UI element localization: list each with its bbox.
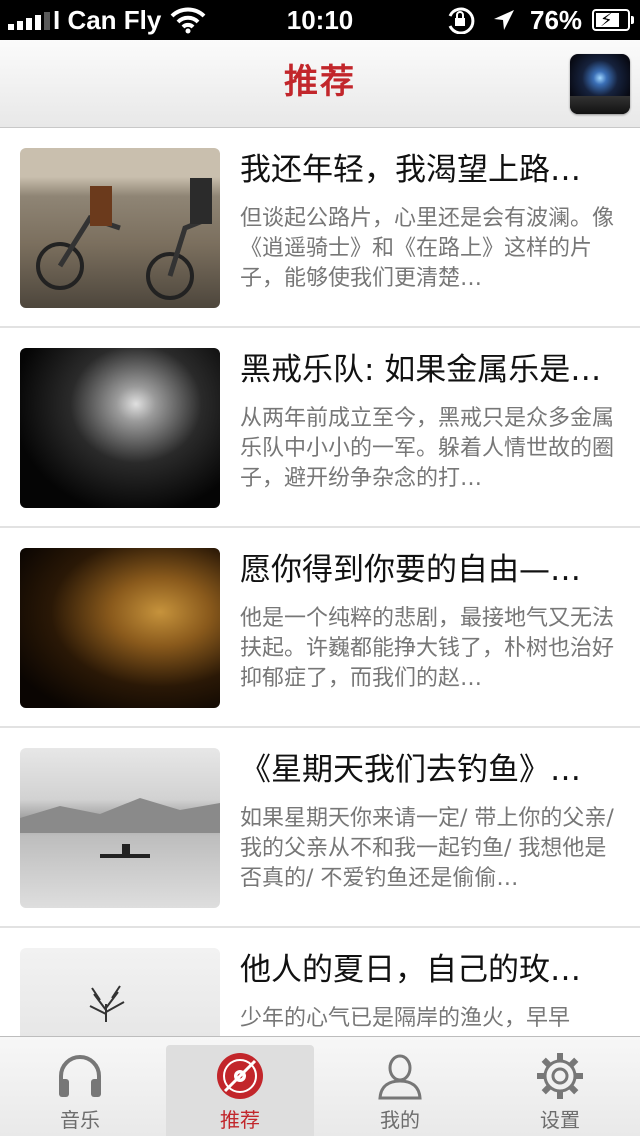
article-item[interactable]: 他人的夏日，自己的玫… 少年的心气已是隔岸的渔火，早早 xyxy=(0,928,640,1036)
article-title: 黑戒乐队: 如果金属乐是… xyxy=(240,352,602,388)
article-title: 愿你得到你要的自由—… xyxy=(240,552,581,588)
orientation-lock-icon xyxy=(444,6,476,39)
article-item[interactable]: 《星期天我们去钓鱼》… 如果星期天你来请一定/ 带上你的父亲/ 我的父亲从不和我… xyxy=(0,728,640,928)
article-title: 他人的夏日，自己的玫… xyxy=(240,952,581,988)
article-thumbnail xyxy=(20,748,220,908)
article-item[interactable]: 我还年轻，我渴望上路… 但谈起公路片，心里还是会有波澜。像《逍遥骑士》和《在路上… xyxy=(0,128,640,328)
tab-label: 设置 xyxy=(540,1108,580,1132)
article-thumbnail xyxy=(20,348,220,508)
article-thumbnail xyxy=(20,948,220,1036)
user-icon xyxy=(375,1051,425,1101)
article-summary: 少年的心气已是隔岸的渔火，早早 xyxy=(240,1006,571,1031)
tab-label: 我的 xyxy=(380,1108,420,1132)
article-summary: 他是一个纯粹的悲剧，最接地气又无法扶起。许巍都能挣大钱了，朴树也治好抑郁症了，而… xyxy=(240,606,615,691)
tab-recommend[interactable]: 推荐 xyxy=(160,1037,320,1136)
article-thumbnail xyxy=(20,148,220,308)
status-bar: I Can Fly 10:10 76% ⚡ xyxy=(0,0,640,40)
vinyl-record-icon xyxy=(215,1051,265,1101)
charging-bolt-icon: ⚡ xyxy=(600,10,613,30)
article-thumbnail xyxy=(20,548,220,708)
headphones-icon xyxy=(55,1051,105,1101)
tab-bar: 音乐 推荐 我的 设置 xyxy=(0,1036,640,1136)
article-title: 我还年轻，我渴望上路… xyxy=(240,152,581,188)
article-summary: 但谈起公路片，心里还是会有波澜。像《逍遥骑士》和《在路上》这样的片子，能够使我们… xyxy=(240,206,615,291)
article-list[interactable]: 我还年轻，我渴望上路… 但谈起公路片，心里还是会有波澜。像《逍遥骑士》和《在路上… xyxy=(0,128,640,1036)
gear-icon xyxy=(535,1051,585,1101)
page-title: 推荐 xyxy=(284,62,356,102)
tab-label: 音乐 xyxy=(60,1108,100,1132)
now-playing-thumbnail[interactable] xyxy=(570,54,630,114)
tab-label: 推荐 xyxy=(220,1108,260,1132)
article-item[interactable]: 愿你得到你要的自由—… 他是一个纯粹的悲剧，最接地气又无法扶起。许巍都能挣大钱了… xyxy=(0,528,640,728)
battery-percent: 76% xyxy=(530,5,583,35)
navigation-bar: 推荐 xyxy=(0,40,640,128)
article-title: 《星期天我们去钓鱼》… xyxy=(240,752,581,788)
article-summary: 从两年前成立至今，黑戒只是众多金属乐队中小小的一军。躲着人情世故的圈子，避开纷争… xyxy=(240,406,615,491)
tab-mine[interactable]: 我的 xyxy=(320,1037,480,1136)
tab-music[interactable]: 音乐 xyxy=(0,1037,160,1136)
article-summary: 如果星期天你来请一定/ 带上你的父亲/ 我的父亲从不和我一起钓鱼/ 我想他是否真… xyxy=(240,806,614,891)
article-item[interactable]: 黑戒乐队: 如果金属乐是… 从两年前成立至今，黑戒只是众多金属乐队中小小的一军。… xyxy=(0,328,640,528)
battery-icon: ⚡ xyxy=(592,9,634,31)
location-arrow-icon xyxy=(492,8,516,37)
tab-settings[interactable]: 设置 xyxy=(480,1037,640,1136)
